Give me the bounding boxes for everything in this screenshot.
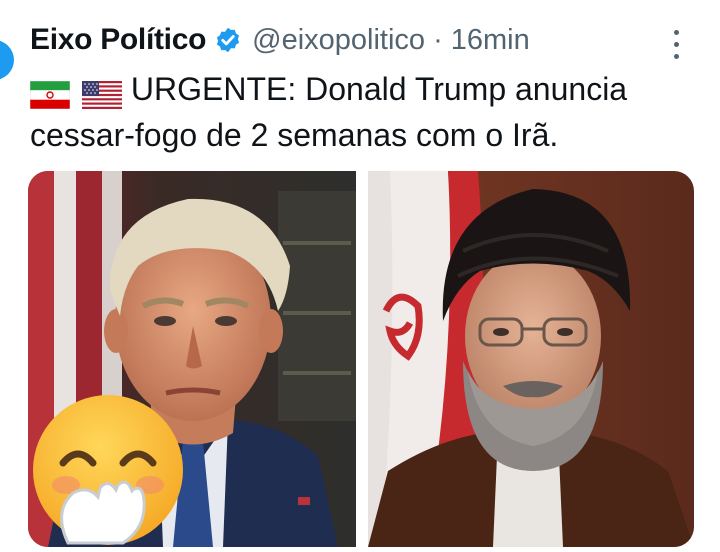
iran-flag-icon (29, 80, 71, 109)
post-timestamp[interactable]: 16min (451, 24, 530, 57)
right-portrait-photo[interactable] (368, 171, 694, 547)
author-handle[interactable]: @eixopolitico (252, 24, 425, 57)
verified-badge-icon (217, 27, 240, 53)
usa-flag-icon (81, 80, 122, 109)
post-text-container: URGENTE: Donald Trump anuncia cessar-fog… (29, 68, 710, 157)
face-with-hand-over-mouth-emoji-icon (33, 395, 183, 545)
separator-dot: · (433, 23, 443, 56)
flag-emojis (29, 71, 125, 114)
author-name[interactable]: Eixo Político (30, 23, 206, 57)
author-avatar[interactable] (0, 40, 14, 80)
more-options-icon[interactable] (668, 30, 684, 60)
post-header: Eixo Político @eixopolitico · 16min (30, 14, 530, 66)
